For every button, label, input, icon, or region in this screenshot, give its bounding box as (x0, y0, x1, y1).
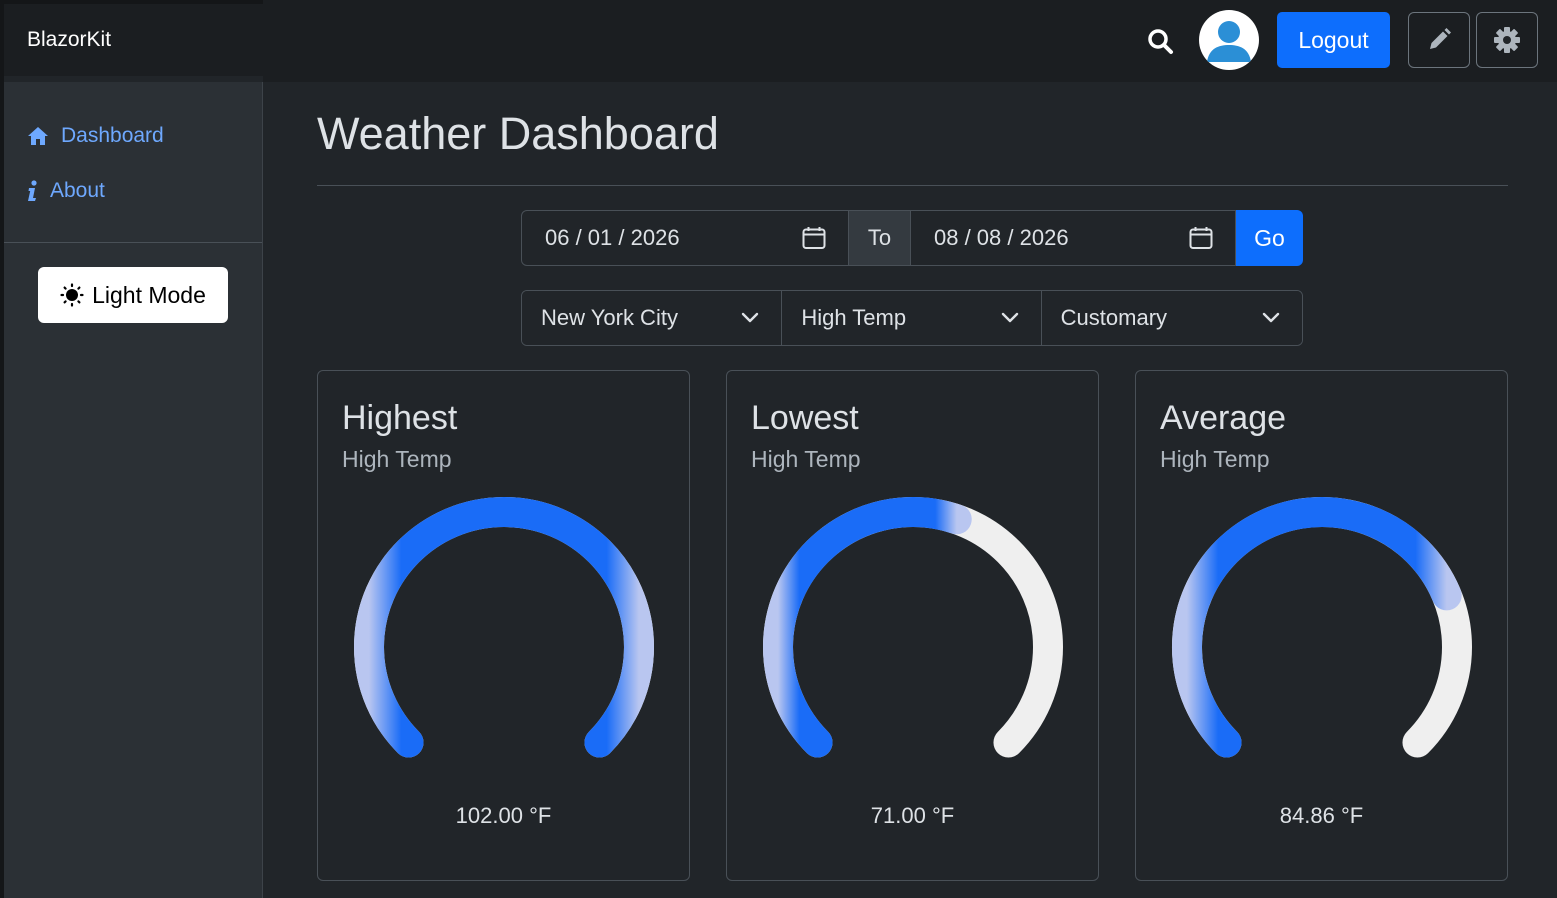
gauge-fill (1172, 497, 1462, 758)
date-range-separator: To (849, 210, 910, 266)
page-title: Weather Dashboard (317, 108, 719, 159)
city-select-value: New York City (541, 305, 678, 330)
end-date-input[interactable]: 08 / 08 / 2026 (910, 210, 1236, 266)
light-mode-button[interactable]: Light Mode (38, 267, 228, 323)
chevron-down-icon (742, 312, 759, 323)
sun-icon (60, 283, 84, 307)
sidebar-item-dashboard[interactable]: Dashboard (4, 116, 262, 156)
user-icon (1202, 13, 1256, 67)
start-date-input[interactable]: 06 / 01 / 2026 (521, 210, 849, 266)
average-card: Average High Temp 84.86 °F (1135, 370, 1508, 881)
units-select[interactable]: Customary (1040, 291, 1302, 345)
end-date-value: 08 / 08 / 2026 (934, 225, 1069, 250)
calendar-icon[interactable] (1189, 226, 1213, 250)
chevron-down-icon (1001, 312, 1018, 323)
city-select[interactable]: New York City (522, 291, 782, 345)
units-select-value: Customary (1060, 305, 1168, 330)
search-icon[interactable] (1146, 27, 1174, 55)
home-icon (28, 127, 48, 145)
brand[interactable]: BlazorKit (4, 4, 263, 76)
sidebar-item-label: About (50, 179, 105, 202)
start-date-value: 06 / 01 / 2026 (545, 225, 680, 250)
chevron-down-icon (1262, 312, 1280, 323)
card-subtitle: High Temp (1160, 446, 1270, 472)
info-icon (28, 180, 37, 201)
card-title: Average (1160, 399, 1287, 437)
title-divider (317, 185, 1508, 186)
logout-button[interactable]: Logout (1277, 12, 1390, 68)
go-button[interactable]: Go (1236, 210, 1303, 266)
card-title: Lowest (751, 399, 859, 437)
gauge-value: 71.00 °F (870, 803, 955, 828)
date-range-group: 06 / 01 / 2026 To 08 / 08 / 2026 Go (521, 210, 1303, 266)
pencil-icon (1430, 28, 1451, 49)
filter-select-group: New York City High Temp Customary (521, 290, 1303, 346)
highest-card: Highest High Temp 102.00 °F (317, 370, 690, 881)
card-subtitle: High Temp (342, 446, 452, 472)
gauge (354, 497, 654, 758)
metric-select[interactable]: High Temp (781, 291, 1041, 345)
lowest-card: Lowest High Temp 71.00 °F (726, 370, 1099, 881)
calendar-icon[interactable] (802, 226, 826, 250)
gear-icon (1494, 27, 1520, 53)
sidebar: Dashboard About Light Mode (4, 82, 263, 898)
settings-button[interactable] (1476, 12, 1538, 68)
gauge-fill (763, 497, 972, 758)
sidebar-item-label: Dashboard (61, 124, 164, 147)
edit-button[interactable] (1408, 12, 1470, 68)
gauge-value: 102.00 °F (455, 803, 552, 828)
sidebar-divider (4, 242, 262, 243)
gauge-fill (354, 497, 654, 758)
metric-select-value: High Temp (801, 305, 907, 330)
avatar[interactable] (1199, 10, 1259, 70)
card-title: Highest (342, 399, 458, 437)
light-mode-label: Light Mode (92, 281, 206, 308)
gauge (763, 497, 1063, 758)
card-subtitle: High Temp (751, 446, 861, 472)
gauge (1172, 497, 1472, 758)
sidebar-item-about[interactable]: About (4, 171, 262, 211)
gauge-value: 84.86 °F (1279, 803, 1364, 828)
